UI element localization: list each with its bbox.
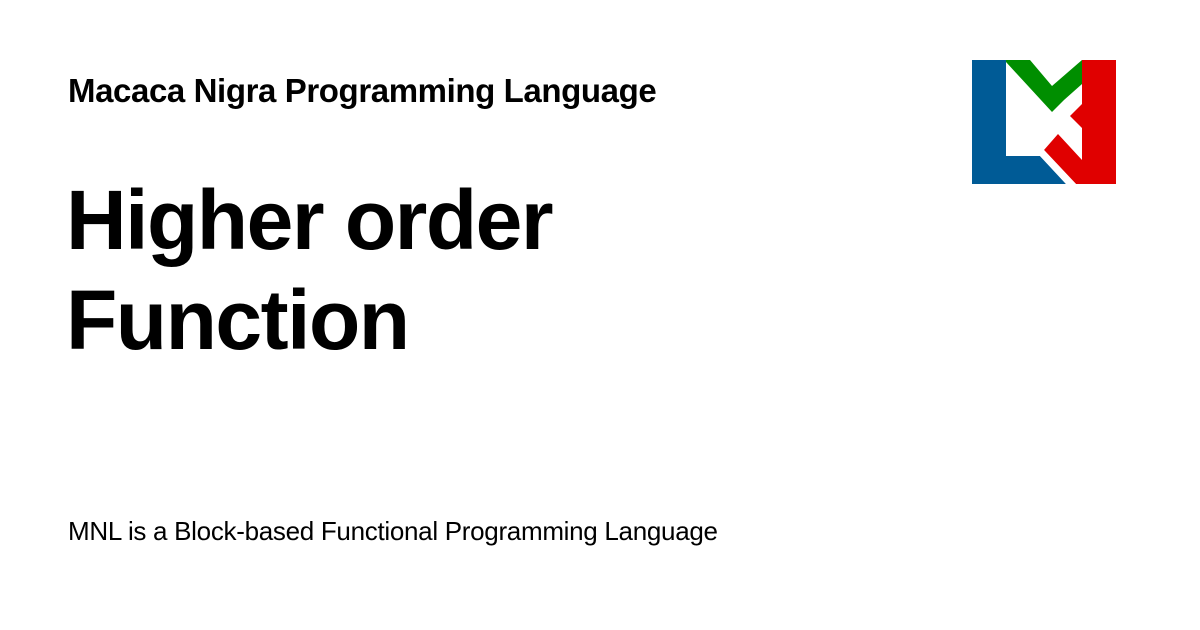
site-name: Macaca Nigra Programming Language	[68, 72, 657, 109]
mnl-logo-icon	[972, 60, 1116, 184]
page-title-line-1: Higher order	[66, 173, 554, 267]
social-card: Macaca Nigra Programming Language Higher…	[0, 0, 1200, 630]
logo-green-v-shape	[1006, 60, 1082, 112]
tagline: MNL is a Block-based Functional Programm…	[68, 516, 718, 546]
page-title: Higher order Function	[66, 170, 926, 370]
page-title-line-2: Function	[66, 273, 410, 367]
